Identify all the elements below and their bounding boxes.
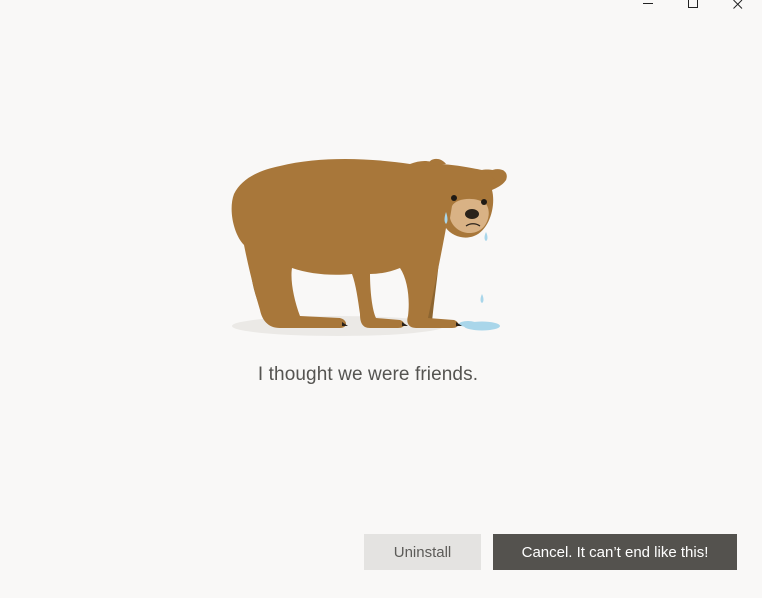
- bear-icon: [231, 158, 507, 336]
- window-controls: [626, 0, 762, 18]
- minimize-icon: [643, 3, 653, 4]
- close-button[interactable]: [716, 0, 760, 18]
- crying-bear-illustration: [220, 150, 520, 350]
- farewell-message: I thought we were friends.: [257, 364, 479, 385]
- close-icon: [733, 0, 743, 9]
- maximize-button[interactable]: [671, 0, 715, 18]
- cancel-button[interactable]: Cancel. It can’t end like this!: [493, 534, 737, 570]
- maximize-icon: [688, 0, 698, 8]
- uninstall-dialog: I thought we were friends. Uninstall Can…: [0, 0, 762, 598]
- minimize-button[interactable]: [626, 0, 670, 18]
- uninstall-button[interactable]: Uninstall: [364, 534, 481, 570]
